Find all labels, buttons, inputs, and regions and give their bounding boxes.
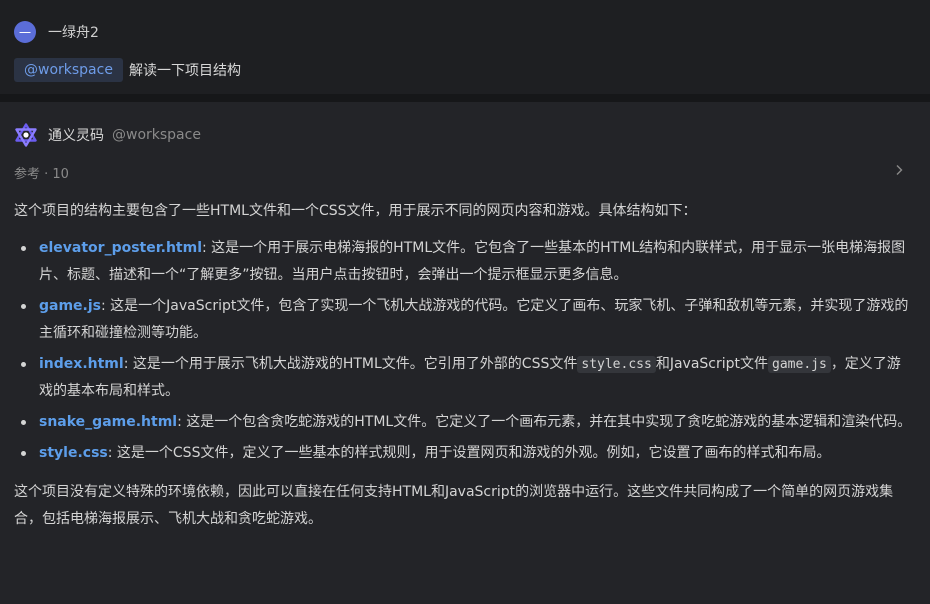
assistant-name: 通义灵码 <box>48 128 104 144</box>
file-description: : 这是一个用于展示飞机大战游戏的HTML文件。它引用了外部的CSS文件 <box>123 356 578 372</box>
user-message: 一 一绿舟2 @workspace 解读一下项目结构 <box>0 0 930 94</box>
workspace-tag[interactable]: @workspace <box>14 58 123 82</box>
user-header: 一 一绿舟2 <box>14 20 99 44</box>
answer-summary: 这个项目没有定义特殊的环境依赖，因此可以直接在任何支持HTML和JavaScri… <box>14 484 894 527</box>
assistant-scope: @workspace <box>112 127 201 143</box>
file-description: : 这是一个JavaScript文件，包含了实现一个飞机大战游戏的代码。它定义了… <box>39 298 909 341</box>
list-item: elevator_poster.html: 这是一个用于展示电梯海报的HTML文… <box>14 235 914 289</box>
bullet-dot <box>21 246 26 251</box>
file-name[interactable]: index.html <box>39 356 124 372</box>
file-name[interactable]: elevator_poster.html <box>39 240 202 256</box>
assistant-header: 通义灵码 @workspace <box>14 122 201 148</box>
list-item: style.css: 这是一个CSS文件，定义了一些基本的样式规则，用于设置网页… <box>14 440 914 467</box>
file-list: elevator_poster.html: 这是一个用于展示电梯海报的HTML文… <box>14 235 914 467</box>
file-name[interactable]: game.js <box>39 298 101 314</box>
bullet-dot <box>21 304 26 309</box>
chevron-right-icon[interactable] <box>894 164 904 180</box>
bullet-dot <box>21 362 26 367</box>
file-description: : 这是一个CSS文件，定义了一些基本的样式规则，用于设置网页和游戏的外观。例如… <box>107 445 831 461</box>
file-name[interactable]: style.css <box>39 445 108 461</box>
user-avatar[interactable]: 一 <box>14 21 36 43</box>
assistant-message: 通义灵码 @workspace 参考 · 10 这个项目的结构主要包含了一些HT… <box>0 102 930 604</box>
file-description: : 这是一个包含贪吃蛇游戏的HTML文件。它定义了一个画布元素，并在其中实现了贪… <box>177 414 912 430</box>
list-item: snake_game.html: 这是一个包含贪吃蛇游戏的HTML文件。它定义了… <box>14 409 914 436</box>
user-name: 一绿舟2 <box>48 25 99 41</box>
query-text: 解读一下项目结构 <box>128 63 241 79</box>
inline-code: style.css <box>577 356 656 373</box>
references-toggle[interactable]: 参考 · 10 <box>14 162 914 182</box>
inline-code: game.js <box>768 356 831 373</box>
list-item: index.html: 这是一个用于展示飞机大战游戏的HTML文件。它引用了外部… <box>14 351 914 405</box>
references-label: 参考 · 10 <box>14 166 69 182</box>
answer-content: 这个项目的结构主要包含了一些HTML文件和一个CSS文件，用于展示不同的网页内容… <box>14 198 914 533</box>
user-query: @workspace 解读一下项目结构 <box>14 58 241 82</box>
message-divider <box>0 94 930 102</box>
bullet-dot <box>21 420 26 425</box>
file-name[interactable]: snake_game.html <box>39 414 177 430</box>
tongyi-logo-icon <box>14 123 38 147</box>
file-description: 和JavaScript文件 <box>655 356 769 372</box>
list-item: game.js: 这是一个JavaScript文件，包含了实现一个飞机大战游戏的… <box>14 293 914 347</box>
bullet-dot <box>21 451 26 456</box>
answer-intro: 这个项目的结构主要包含了一些HTML文件和一个CSS文件，用于展示不同的网页内容… <box>14 203 697 219</box>
